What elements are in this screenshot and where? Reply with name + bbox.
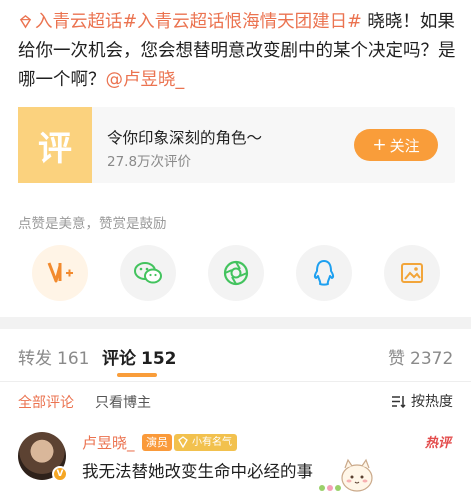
- post-text: 入青云超话#入青云超话恨海情天团建日# 晓晓！如果给你一次机会，您会想替明意改变…: [18, 8, 458, 95]
- verified-badge: V: [52, 466, 68, 482]
- card-subtitle: 27.8万次评价: [107, 154, 192, 170]
- share-qq-button[interactable]: [296, 245, 352, 301]
- tab-comments[interactable]: 评论 152: [102, 344, 177, 369]
- like-hint: 点赞是美意，赞赏是鼓励: [18, 216, 167, 232]
- super-topic-icon: [19, 14, 32, 29]
- save-image-icon: [401, 263, 423, 283]
- sort-icon: [392, 395, 406, 408]
- diamond-icon: [178, 436, 188, 448]
- card-thumb-char: 评: [38, 128, 72, 169]
- share-wechat-button[interactable]: [120, 245, 176, 301]
- follow-label: 关注: [389, 136, 420, 155]
- interaction-tabs: 转发 161 评论 152 赞 2372: [0, 329, 471, 381]
- save-image-button[interactable]: [384, 245, 440, 301]
- wechat-icon: [134, 262, 162, 284]
- tab-likes[interactable]: 赞 2372: [388, 344, 453, 369]
- hashtag-link[interactable]: #入青云超话恨海情天团建日#: [123, 12, 362, 32]
- filter-author-only[interactable]: 只看博主: [95, 392, 151, 412]
- reward-icon: [47, 262, 73, 283]
- share-moments-button[interactable]: [208, 245, 264, 301]
- card-thumbnail: 评: [18, 107, 92, 183]
- plus-icon: +: [372, 135, 387, 155]
- fame-badge: 小有名气: [174, 434, 237, 451]
- section-gap: [0, 317, 471, 329]
- moments-icon: [223, 260, 249, 286]
- card-title: 令你印象深刻的角色～: [107, 129, 263, 147]
- qq-icon: [313, 260, 335, 286]
- hot-comment-tag: 热评: [424, 436, 451, 451]
- commenter-name[interactable]: 卢昱晓_: [82, 432, 135, 453]
- actor-badge: 演员: [142, 434, 172, 451]
- mention-link[interactable]: @卢昱晓_: [106, 70, 185, 90]
- active-tab-indicator: [117, 373, 157, 377]
- avatar[interactable]: V: [18, 432, 68, 482]
- follow-button[interactable]: + 关注: [354, 129, 438, 161]
- super-topic-link[interactable]: 入青云超话: [18, 12, 123, 32]
- tab-reposts[interactable]: 转发 161: [18, 344, 89, 369]
- topic-card[interactable]: 评 令你印象深刻的角色～ 27.8万次评价 + 关注: [18, 107, 455, 183]
- comment-filters: 全部评论 只看博主 按热度: [0, 382, 471, 420]
- reward-button[interactable]: [32, 245, 88, 301]
- sort-button[interactable]: 按热度: [391, 391, 453, 411]
- share-row: [0, 245, 471, 305]
- sticker-icon: [319, 458, 373, 492]
- filter-all-comments[interactable]: 全部评论: [18, 392, 74, 412]
- comment-text: 我无法替她改变生命中必经的事: [82, 462, 313, 481]
- comment-item[interactable]: V 卢昱晓_ 演员 小有名气 热评 我无法替她改变生命中必经的事: [0, 420, 471, 500]
